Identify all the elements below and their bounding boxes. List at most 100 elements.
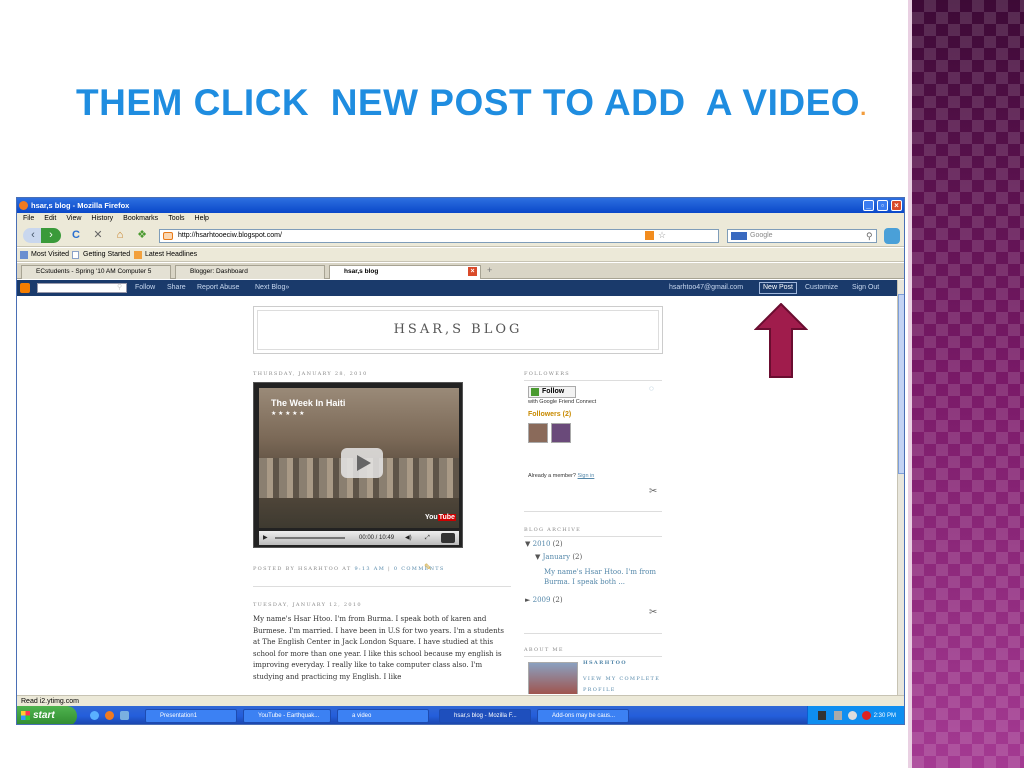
minimize-icon[interactable]: _: [863, 200, 874, 211]
play-icon[interactable]: [341, 448, 383, 478]
video-progress-track[interactable]: [275, 537, 345, 539]
follower-avatar[interactable]: [551, 423, 571, 443]
task-youtube[interactable]: YouTube - Earthquak...: [243, 709, 331, 723]
magnifier-icon[interactable]: ⚲: [117, 280, 122, 296]
sidebar-divider: [524, 511, 662, 512]
search-input[interactable]: Google ⚲: [727, 229, 877, 243]
blogger-navbar: ⚲ Follow Share Report Abuse Next Blog» h…: [17, 280, 897, 296]
tab-blogger-dashboard[interactable]: Blogger: Dashboard: [175, 265, 325, 279]
menu-file[interactable]: File: [23, 215, 34, 222]
menu-bookmarks[interactable]: Bookmarks: [123, 215, 158, 222]
post-time-link[interactable]: 9:13 AM: [354, 566, 385, 572]
security-icon[interactable]: [862, 711, 871, 720]
menu-tools[interactable]: Tools: [168, 215, 184, 222]
follow-link[interactable]: Follow: [135, 280, 155, 296]
archive-january[interactable]: ▼ January (2): [535, 553, 582, 561]
archive-2009[interactable]: ► 2009 (2): [525, 596, 563, 604]
quick-launch-firefox-icon[interactable]: [105, 711, 114, 720]
edit-pencil-icon[interactable]: ✎: [424, 562, 432, 573]
volume-icon[interactable]: ◀): [405, 531, 412, 545]
sidebar-divider: [524, 380, 662, 381]
quick-launch-ie-icon[interactable]: [90, 711, 99, 720]
bookmark-toolbar-icon[interactable]: ❖: [133, 228, 151, 243]
task-presentation[interactable]: Presentation1: [145, 709, 237, 723]
url-text: http://hsarhtooeciw.blogspot.com/: [178, 232, 282, 239]
bookmark-latest-headlines[interactable]: Latest Headlines: [145, 248, 197, 262]
window-titlebar: hsar,s blog - Mozilla Firefox _ ▫ ×: [17, 198, 904, 213]
slide-title: THEM CLICK NEW POST TO ADD A VIDEO.: [76, 82, 867, 124]
tab-close-icon[interactable]: ×: [468, 267, 477, 276]
sign-in-link[interactable]: Sign in: [578, 473, 595, 479]
tab-ecstudents[interactable]: ECstudents - Spring '10 AM Computer 5: [21, 265, 171, 279]
followers-count[interactable]: Followers (2): [528, 411, 571, 418]
fullscreen-icon[interactable]: ⤢: [425, 531, 430, 545]
author-name[interactable]: HSARHTOO: [583, 660, 627, 666]
menu-bar: File Edit View History Bookmarks Tools Help: [17, 213, 904, 225]
customize-link[interactable]: Customize: [805, 280, 838, 296]
close-icon[interactable]: ×: [891, 200, 902, 211]
menu-view[interactable]: View: [66, 215, 81, 222]
blogger-icon[interactable]: [20, 283, 30, 293]
task-firefox[interactable]: hsar,s blog - Mozilla F...: [439, 709, 531, 723]
new-tab-icon[interactable]: +: [487, 265, 492, 275]
follow-button[interactable]: Follow: [528, 386, 576, 398]
archive-2010[interactable]: ▼ 2010 (2): [525, 540, 563, 548]
system-tray: 2:30 PM: [807, 706, 904, 724]
scrollbar-thumb[interactable]: [898, 294, 904, 474]
bookmark-most-visited[interactable]: Most Visited: [31, 248, 69, 262]
profile-photo[interactable]: [528, 662, 578, 694]
bookmark-getting-started[interactable]: Getting Started: [83, 248, 130, 262]
site-icon: [163, 232, 173, 240]
url-bar[interactable]: http://hsarhtooeciw.blogspot.com/ ☆: [159, 229, 719, 243]
home-icon[interactable]: ⌂: [113, 228, 127, 243]
follower-avatar[interactable]: [528, 423, 548, 443]
archive-post-link[interactable]: My name's Hsar Htoo. I'm from Burma. I s…: [544, 567, 662, 587]
video-player[interactable]: The Week In Haiti ★ ★ ★ ★ ★ YouTube ▶ 00…: [253, 382, 463, 548]
reload-icon[interactable]: C: [69, 228, 83, 243]
back-icon[interactable]: ‹: [23, 228, 43, 243]
skype-icon[interactable]: [884, 228, 900, 244]
volume-tray-icon[interactable]: [848, 711, 857, 720]
start-button[interactable]: start: [17, 706, 77, 724]
menu-help[interactable]: Help: [195, 215, 209, 222]
menu-history[interactable]: History: [91, 215, 113, 222]
sign-out-link[interactable]: Sign Out: [852, 280, 879, 296]
google-icon: [731, 232, 747, 240]
quick-launch-desktop-icon[interactable]: [120, 711, 129, 720]
view-profile-link[interactable]: VIEW MY COMPLETE PROFILE: [583, 674, 665, 694]
new-post-link[interactable]: New Post: [759, 282, 797, 294]
followers-heading: FOLLOWERS: [524, 371, 570, 377]
about-heading: ABOUT ME: [524, 647, 564, 653]
next-blog-link[interactable]: Next Blog»: [255, 280, 289, 296]
menu-edit[interactable]: Edit: [44, 215, 56, 222]
stop-icon[interactable]: ✕: [91, 228, 105, 243]
help-icon[interactable]: [818, 711, 826, 720]
comments-link[interactable]: 0 COMMENTS: [394, 566, 445, 572]
video-stars: ★ ★ ★ ★ ★: [271, 411, 305, 417]
tools-icon[interactable]: ✂: [649, 607, 657, 618]
friend-connect-settings-icon[interactable]: ◌: [649, 384, 654, 393]
blog-title[interactable]: HSAR,S BLOG: [257, 310, 659, 350]
title-dot: .: [860, 95, 867, 120]
report-abuse-link[interactable]: Report Abuse: [197, 280, 239, 296]
decor-panel: [912, 0, 1024, 768]
sidebar-divider: [524, 656, 662, 657]
user-email: hsarhtoo47@gmail.com: [669, 284, 744, 291]
tab-hsars-blog[interactable]: hsar,s blog ×: [329, 265, 481, 279]
task-addons[interactable]: Add-ons may be caus...: [537, 709, 629, 723]
status-text: Read i2.ytimg.com: [21, 698, 79, 705]
network-icon[interactable]: [834, 711, 842, 720]
tools-icon[interactable]: ✂: [649, 486, 657, 497]
share-link[interactable]: Share: [167, 280, 186, 296]
search-icon[interactable]: ⚲: [866, 230, 873, 242]
blog-search-input[interactable]: [37, 283, 127, 293]
post-date-2: TUESDAY, JANUARY 12, 2010: [253, 602, 362, 608]
maximize-icon[interactable]: ▫: [877, 200, 888, 211]
star-icon[interactable]: ☆: [658, 229, 666, 241]
task-a-video[interactable]: a video: [337, 709, 429, 723]
most-visited-icon: [20, 251, 28, 259]
forward-icon[interactable]: ›: [41, 228, 61, 243]
menu-icon[interactable]: [441, 533, 455, 543]
video-play-icon[interactable]: ▶: [263, 531, 268, 545]
rss-icon[interactable]: [645, 231, 654, 240]
